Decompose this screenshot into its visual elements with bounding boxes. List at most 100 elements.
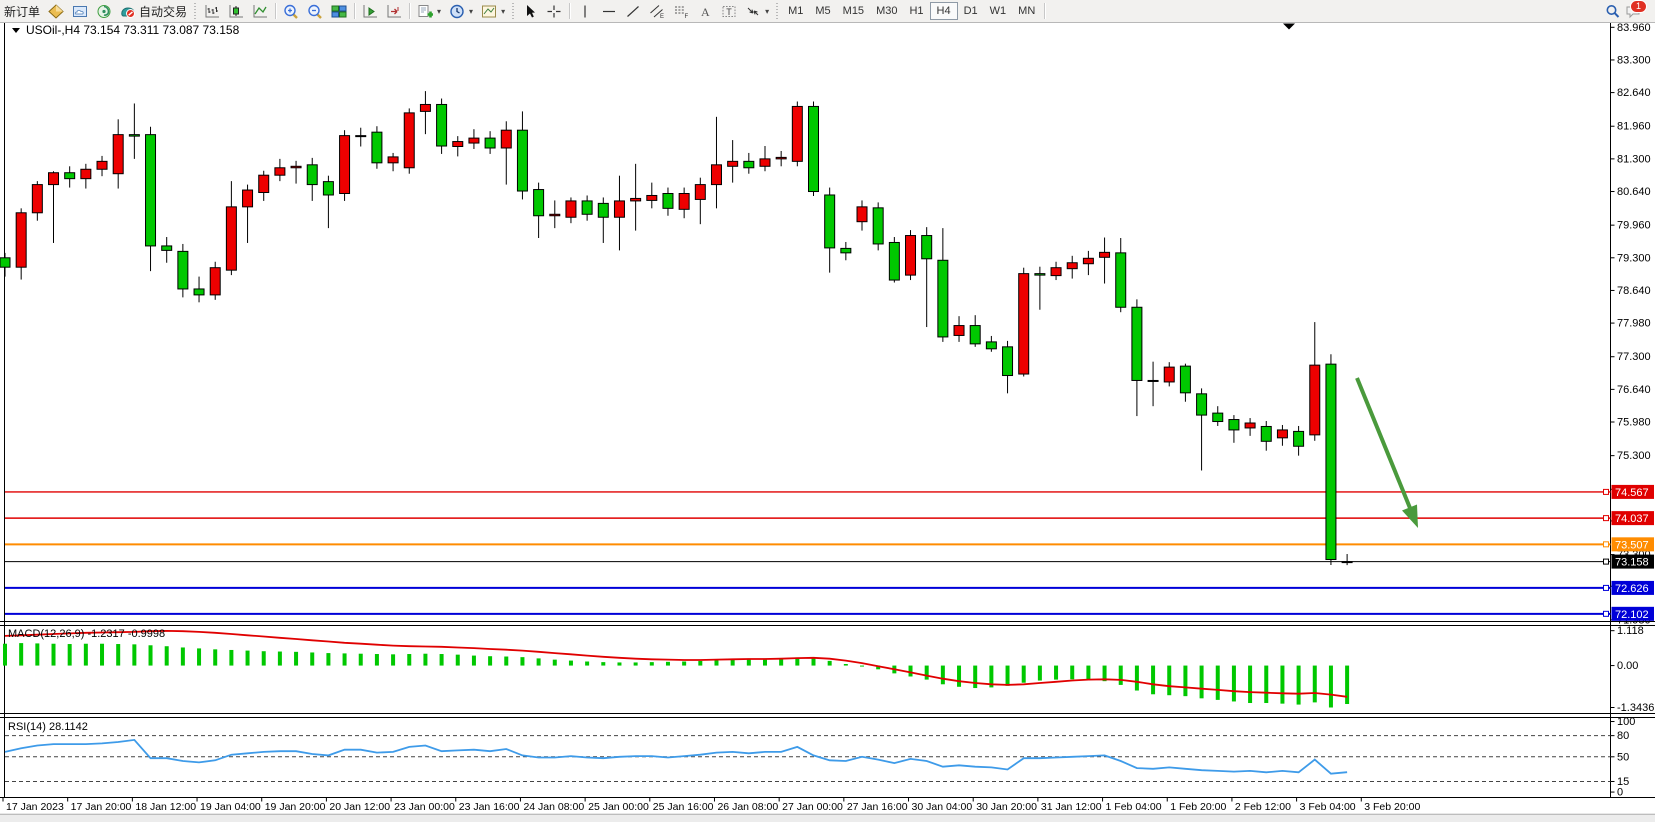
new-chart-icon [48,4,64,19]
search-button[interactable] [1601,1,1625,21]
svg-text:0: 0 [1617,787,1623,799]
fibo-tool-button[interactable]: F [669,1,693,21]
timeframe-h1-button[interactable]: H1 [903,1,929,21]
zoom-in-button[interactable] [279,1,303,21]
text-tool-button[interactable]: A [693,1,717,21]
toolbar-separator [409,3,410,19]
cursor-tool-button[interactable] [518,1,542,21]
candles-chart-icon [228,4,244,19]
svg-text:100: 100 [1617,716,1635,728]
svg-text:23 Jan 16:00: 23 Jan 16:00 [459,801,520,813]
svg-text:72.102: 72.102 [1615,609,1649,621]
vertical-line-icon [577,4,593,19]
svg-text:75.980: 75.980 [1617,417,1651,429]
timeframe-h4-button[interactable]: H4 [930,2,958,20]
profiles-icon [72,4,88,19]
hline-tool-button[interactable] [597,1,621,21]
shapes-tool-button[interactable]: ▾ [741,1,773,21]
chart-shift-icon [386,4,402,19]
svg-text:1 Feb 04:00: 1 Feb 04:00 [1106,801,1162,813]
svg-text:18 Jan 12:00: 18 Jan 12:00 [135,801,196,813]
candles-mode-button[interactable] [224,1,248,21]
svg-text:25 Jan 16:00: 25 Jan 16:00 [653,801,714,813]
signals-button[interactable] [92,1,116,21]
fibonacci-icon: F [673,4,689,19]
svg-text:73.507: 73.507 [1615,539,1649,551]
svg-text:31 Jan 12:00: 31 Jan 12:00 [1041,801,1102,813]
clock-icon [449,4,465,19]
bars-mode-button[interactable] [200,1,224,21]
chart-title[interactable]: USOil-,H4 73.154 73.311 73.087 73.158 [12,23,240,37]
svg-text:73.158: 73.158 [1615,557,1649,569]
svg-text:81.300: 81.300 [1617,153,1651,165]
periods-button[interactable]: ▾ [445,1,477,21]
chart-canvas[interactable]: 83.96083.30082.64081.96081.30080.64079.9… [0,0,1655,822]
toolbar-separator [1044,3,1045,19]
new-order-button[interactable]: 新订单 [0,1,44,21]
svg-text:24 Jan 08:00: 24 Jan 08:00 [523,801,584,813]
timeframe-w1-button[interactable]: W1 [984,1,1013,21]
add-indicator-icon [417,4,433,19]
svg-text:19 Jan 04:00: 19 Jan 04:00 [200,801,261,813]
toolbar-grip [775,3,780,19]
autoscroll-icon [362,4,378,19]
trendline-tool-button[interactable] [621,1,645,21]
tile-windows-button[interactable] [327,1,351,21]
crosshair-tool-button[interactable] [542,1,566,21]
toolbar-separator [569,3,570,19]
svg-text:A: A [701,5,710,19]
svg-text:83.960: 83.960 [1617,22,1651,34]
svg-text:23 Jan 00:00: 23 Jan 00:00 [394,801,455,813]
channel-tool-button[interactable]: E [645,1,669,21]
timeframe-m1-button[interactable]: M1 [782,1,809,21]
text-icon: A [697,4,713,19]
zoom-out-icon [307,4,323,19]
svg-text:3 Feb 04:00: 3 Feb 04:00 [1300,801,1356,813]
svg-text:F: F [685,14,689,19]
auto-trading-button[interactable]: 自动交易 [116,1,191,21]
dropdown-caret: ▾ [469,7,473,16]
arrows-shapes-icon [745,4,761,19]
svg-text:80.640: 80.640 [1617,186,1651,198]
dropdown-caret: ▾ [437,7,441,16]
label-tool-button[interactable]: T [717,1,741,21]
crosshair-icon [546,4,562,19]
new-chart-button[interactable] [44,1,68,21]
auto-trading-icon [120,4,136,19]
signals-icon [96,4,112,19]
notifications[interactable]: 1 [1625,4,1641,19]
profiles-button[interactable] [68,1,92,21]
svg-text:25 Jan 00:00: 25 Jan 00:00 [588,801,649,813]
zoom-in-icon [283,4,299,19]
timeframe-mn-button[interactable]: MN [1012,1,1041,21]
svg-text:77.980: 77.980 [1617,318,1651,330]
chart-area[interactable]: 83.96083.30082.64081.96081.30080.64079.9… [0,0,1655,822]
templates-button[interactable]: ▾ [477,1,509,21]
timeframe-m15-button[interactable]: M15 [837,1,870,21]
cursor-icon [522,4,538,19]
svg-text:79.960: 79.960 [1617,220,1651,232]
svg-text:0.00: 0.00 [1617,660,1638,672]
chart-shift-button[interactable] [382,1,406,21]
search-icon [1605,4,1621,19]
zoom-out-button[interactable] [303,1,327,21]
toolbar-separator [275,3,276,19]
svg-text:83.300: 83.300 [1617,54,1651,66]
svg-text:19 Jan 20:00: 19 Jan 20:00 [265,801,326,813]
svg-text:-1.3436: -1.3436 [1617,702,1654,714]
timeframe-d1-button[interactable]: D1 [958,1,984,21]
svg-text:17 Jan 2023: 17 Jan 2023 [6,801,64,813]
line-chart-icon [252,4,268,19]
svg-text:2 Feb 12:00: 2 Feb 12:00 [1235,801,1291,813]
vline-tool-button[interactable] [573,1,597,21]
svg-text:80: 80 [1617,730,1629,742]
svg-text:26 Jan 08:00: 26 Jan 08:00 [717,801,778,813]
line-mode-button[interactable] [248,1,272,21]
timeframe-m30-button[interactable]: M30 [870,1,903,21]
chart-autoscroll-button[interactable] [358,1,382,21]
indicators-button[interactable]: ▾ [413,1,445,21]
timeframe-m5-button[interactable]: M5 [809,1,836,21]
equidistant-channel-icon: E [649,4,665,19]
svg-text:1 Feb 20:00: 1 Feb 20:00 [1170,801,1226,813]
tile-windows-icon [331,4,347,19]
